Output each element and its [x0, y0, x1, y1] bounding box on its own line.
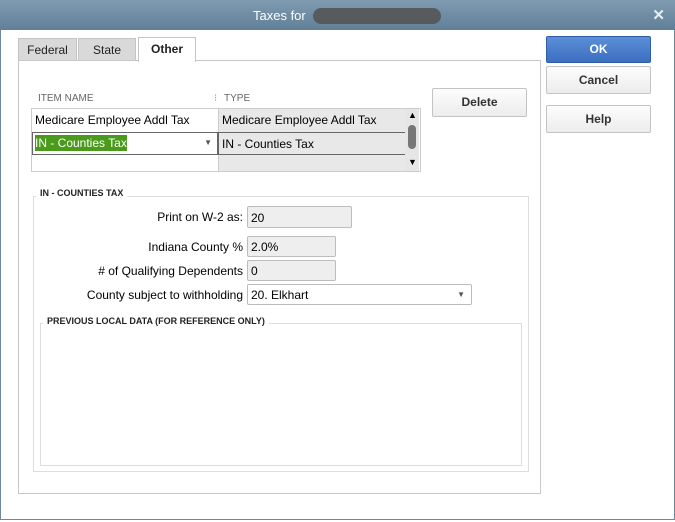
tab-label: Other	[150, 42, 183, 56]
help-button[interactable]: Help	[546, 105, 651, 133]
scroll-up-icon[interactable]: ▲	[408, 110, 417, 120]
item-name-dropdown[interactable]: IN - Counties Tax ▼	[32, 132, 218, 155]
county-withholding-select[interactable]: 20. Elkhart ▼	[247, 284, 472, 305]
print-w2-label: Print on W-2 as:	[157, 210, 243, 224]
tab-other[interactable]: Other	[138, 37, 196, 62]
dependents-label: # of Qualifying Dependents	[98, 264, 243, 278]
county-percent-label: Indiana County %	[148, 240, 243, 254]
scrollbar[interactable]: ▲ ▼	[405, 109, 419, 171]
county-percent-input[interactable]: 2.0%	[247, 236, 336, 257]
county-withholding-value: 20. Elkhart	[251, 288, 309, 302]
chevron-down-icon[interactable]: ▼	[204, 133, 212, 153]
print-w2-input[interactable]: 20	[247, 206, 352, 228]
close-icon[interactable]: ✕	[652, 6, 665, 24]
tab-federal[interactable]: Federal	[18, 38, 77, 61]
cancel-button[interactable]: Cancel	[546, 66, 651, 94]
empty-row	[218, 155, 405, 171]
dependents-input[interactable]: 0	[247, 260, 336, 281]
column-divider: ⁝	[214, 93, 218, 104]
previous-local-data-title: PREVIOUS LOCAL DATA (FOR REFERENCE ONLY)	[43, 316, 269, 326]
tax-items-table: Medicare Employee Addl Tax Medicare Empl…	[31, 108, 421, 172]
table-row-type: IN - Counties Tax	[218, 132, 406, 155]
tab-label: Federal	[27, 43, 68, 57]
chevron-down-icon[interactable]: ▼	[457, 285, 465, 305]
column-header-item-name[interactable]: ITEM NAME	[38, 93, 94, 104]
ok-button[interactable]: OK	[546, 36, 651, 63]
table-row-name[interactable]: Medicare Employee Addl Tax	[32, 109, 218, 132]
county-withholding-label: County subject to withholding	[86, 288, 243, 302]
table-row-type: Medicare Employee Addl Tax	[218, 109, 405, 132]
group-title: IN - COUNTIES TAX	[36, 188, 128, 198]
column-header-type[interactable]: TYPE	[224, 93, 250, 104]
tab-label: State	[92, 43, 122, 57]
previous-local-data-group	[40, 323, 522, 466]
scroll-thumb[interactable]	[408, 125, 416, 149]
tab-state[interactable]: State	[78, 38, 136, 61]
selected-item-name: IN - Counties Tax	[35, 135, 127, 151]
delete-button[interactable]: Delete	[432, 88, 527, 117]
redaction-scribble	[313, 8, 441, 24]
scroll-down-icon[interactable]: ▼	[408, 157, 417, 167]
window-title: Taxes for	[253, 8, 306, 23]
